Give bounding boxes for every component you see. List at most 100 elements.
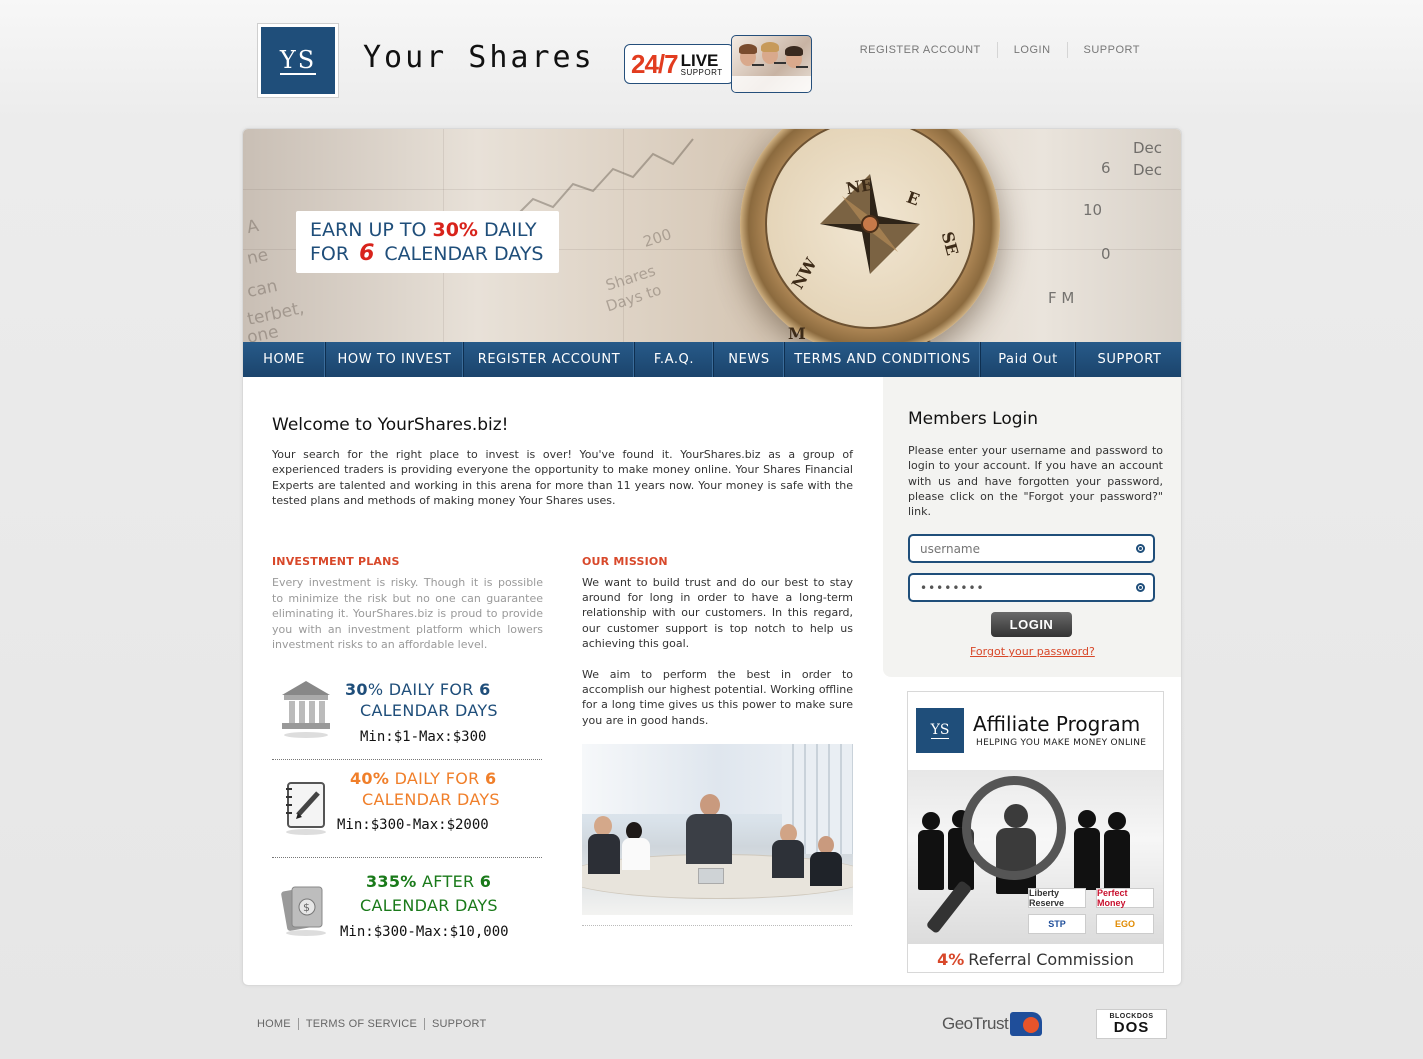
affiliate-title: Affiliate Program	[973, 712, 1141, 736]
plan-2-line2: CALENDAR DAYS	[362, 790, 500, 809]
support-text: SUPPORT	[680, 67, 723, 77]
top-nav-support[interactable]: SUPPORT	[1066, 42, 1156, 58]
plan-3[interactable]: $ 335% AFTER 6 CALENDAR DAYS Min:$300-Ma…	[272, 869, 542, 949]
promo-line2-prefix: FOR	[310, 243, 350, 265]
affiliate-logo: YS	[916, 708, 964, 753]
plan-1-pct: 30	[345, 680, 368, 699]
footer-support[interactable]: SUPPORT	[424, 1018, 493, 1030]
login-title: Members Login	[908, 409, 1039, 429]
password-input[interactable]: ••••••••	[920, 581, 985, 595]
investment-plans-text: Every investment is risky. Though it is …	[272, 576, 543, 651]
promo-line2: FOR 6 CALENDAR DAYS	[310, 242, 559, 266]
site-title: Your Shares	[363, 40, 595, 75]
menu-register-account[interactable]: REGISTER ACCOUNT	[464, 342, 635, 377]
perfect-money-logo: Perfect Money	[1096, 888, 1154, 908]
main-frame: A ne can terbet, one Shares Days to 200 …	[242, 128, 1182, 986]
promo-line1-suffix: DAILY	[477, 219, 537, 241]
plan-1[interactable]: 30% DAILY FOR 6 CALENDAR DAYS Min:$1-Max…	[272, 669, 542, 749]
notebook-icon	[286, 782, 326, 835]
plan-1-minmax: Min:$1-Max:$300	[360, 729, 487, 745]
referral-commission-pct: 4%	[937, 949, 965, 969]
affiliate-header: YS Affiliate Program HELPING YOU MAKE MO…	[908, 692, 1163, 770]
menu-paid-out[interactable]: Paid Out	[981, 342, 1076, 377]
support-agents-photo[interactable]	[731, 35, 812, 93]
menu-terms-and-conditions[interactable]: TERMS AND CONDITIONS	[785, 342, 981, 377]
plan-2-minmax: Min:$300-Max:$2000	[337, 817, 489, 833]
plan-3-pct-suffix: AFTER	[416, 872, 475, 891]
members-login-panel: Members Login Please enter your username…	[883, 377, 1181, 677]
plan-2-days: 6	[484, 769, 497, 788]
plan-2-pct: 40%	[350, 769, 390, 788]
logo-text: YS	[279, 45, 317, 75]
plan-2[interactable]: 40% DAILY FOR 6 CALENDAR DAYS Min:$300-M…	[272, 769, 542, 849]
investment-plans-title: INVESTMENT PLANS	[272, 555, 400, 568]
plan-divider	[272, 759, 542, 760]
promo-percent: 30%	[432, 219, 478, 241]
plan-3-days: 6	[479, 872, 492, 891]
password-field[interactable]: ••••••••	[908, 573, 1155, 602]
site-logo[interactable]: YS	[257, 23, 339, 98]
plan-2-pct-suffix: DAILY FOR	[389, 769, 480, 788]
svg-text:$: $	[303, 901, 310, 914]
solidtrustpay-logo: STP	[1028, 914, 1086, 934]
plan-1-rate: 30% DAILY FOR 6	[345, 680, 491, 699]
main-menu: HOME HOW TO INVEST REGISTER ACCOUNT F.A.…	[243, 342, 1181, 377]
welcome-text: Your search for the right place to inves…	[272, 448, 853, 507]
live-text: LIVE	[680, 50, 719, 70]
live-support-badge[interactable]: 24/7 LIVE SUPPORT	[624, 44, 734, 84]
referral-commission: 4% Referral Commission	[908, 944, 1163, 972]
geotrust-seal[interactable]: GeoTrust	[942, 1012, 1043, 1036]
mission-title: OUR MISSION	[582, 555, 668, 568]
geotrust-text: GeoTrust	[942, 1014, 1009, 1033]
plan-3-line2: CALENDAR DAYS	[360, 896, 498, 915]
promo-box: EARN UP TO 30% DAILY FOR 6 CALENDAR DAYS	[296, 211, 559, 273]
plan-divider	[272, 857, 542, 858]
login-button[interactable]: LOGIN	[991, 612, 1072, 637]
hero-banner: A ne can terbet, one Shares Days to 200 …	[243, 129, 1181, 343]
menu-home[interactable]: HOME	[243, 342, 326, 377]
footer-terms-of-service[interactable]: TERMS OF SERVICE	[297, 1018, 424, 1030]
logo-mark: YS	[261, 27, 335, 94]
top-nav: REGISTER ACCOUNT LOGIN SUPPORT	[844, 42, 1156, 58]
top-nav-login[interactable]: LOGIN	[996, 42, 1067, 58]
affiliate-program-banner[interactable]: YS Affiliate Program HELPING YOU MAKE MO…	[907, 691, 1164, 973]
field-indicator-icon	[1136, 544, 1145, 553]
plan-2-rate: 40% DAILY FOR 6	[350, 769, 496, 788]
username-input[interactable]	[920, 541, 1120, 556]
top-nav-register-account[interactable]: REGISTER ACCOUNT	[844, 42, 997, 58]
egopay-logo: EGO	[1096, 914, 1154, 934]
support-hours: 24/7	[631, 48, 679, 79]
menu-faq[interactable]: F.A.Q.	[635, 342, 714, 377]
footer-nav: HOME TERMS OF SERVICE SUPPORT	[257, 1018, 493, 1030]
mission-text-1: We want to build trust and do our best t…	[582, 576, 853, 650]
promo-line1: EARN UP TO 30% DAILY	[310, 218, 559, 242]
plan-3-minmax: Min:$300-Max:$10,000	[340, 924, 509, 940]
affiliate-subtitle: HELPING YOU MAKE MONEY ONLINE	[976, 738, 1147, 748]
plan-1-line2: CALENDAR DAYS	[360, 701, 498, 720]
welcome-title: Welcome to YourShares.biz!	[272, 415, 509, 435]
promo-days: 6	[359, 241, 375, 266]
liberty-reserve-logo: Liberty Reserve	[1028, 888, 1086, 908]
blockdos-seal[interactable]: BLOCKDOS DOS	[1096, 1009, 1167, 1039]
business-meeting-photo	[582, 744, 853, 915]
plan-1-pct-suffix: % DAILY FOR	[367, 680, 474, 699]
field-indicator-icon	[1136, 583, 1145, 592]
affiliate-logo-text: YS	[930, 722, 950, 739]
plan-3-rate: 335% AFTER 6	[366, 872, 491, 891]
blockdos-main-text: DOS	[1113, 1019, 1150, 1036]
login-instructions: Please enter your username and password …	[908, 444, 1163, 519]
forgot-password-link[interactable]: Forgot your password?	[970, 645, 1095, 658]
menu-news[interactable]: NEWS	[714, 342, 785, 377]
promo-line1-prefix: EARN UP TO	[310, 219, 433, 241]
menu-how-to-invest[interactable]: HOW TO INVEST	[326, 342, 464, 377]
money-icon: $	[281, 886, 326, 936]
mission-divider	[582, 925, 852, 926]
username-field[interactable]	[908, 534, 1155, 563]
affiliate-illustration: Liberty Reserve Perfect Money STP EGO	[908, 770, 1163, 944]
support-live-label: LIVE SUPPORT	[681, 52, 723, 77]
referral-commission-text: Referral Commission	[968, 949, 1134, 969]
footer-home[interactable]: HOME	[257, 1018, 298, 1030]
magnifier-icon	[962, 776, 1066, 880]
mission-text-2: We aim to perform the best in order to a…	[582, 668, 853, 727]
menu-support[interactable]: SUPPORT	[1076, 342, 1181, 377]
